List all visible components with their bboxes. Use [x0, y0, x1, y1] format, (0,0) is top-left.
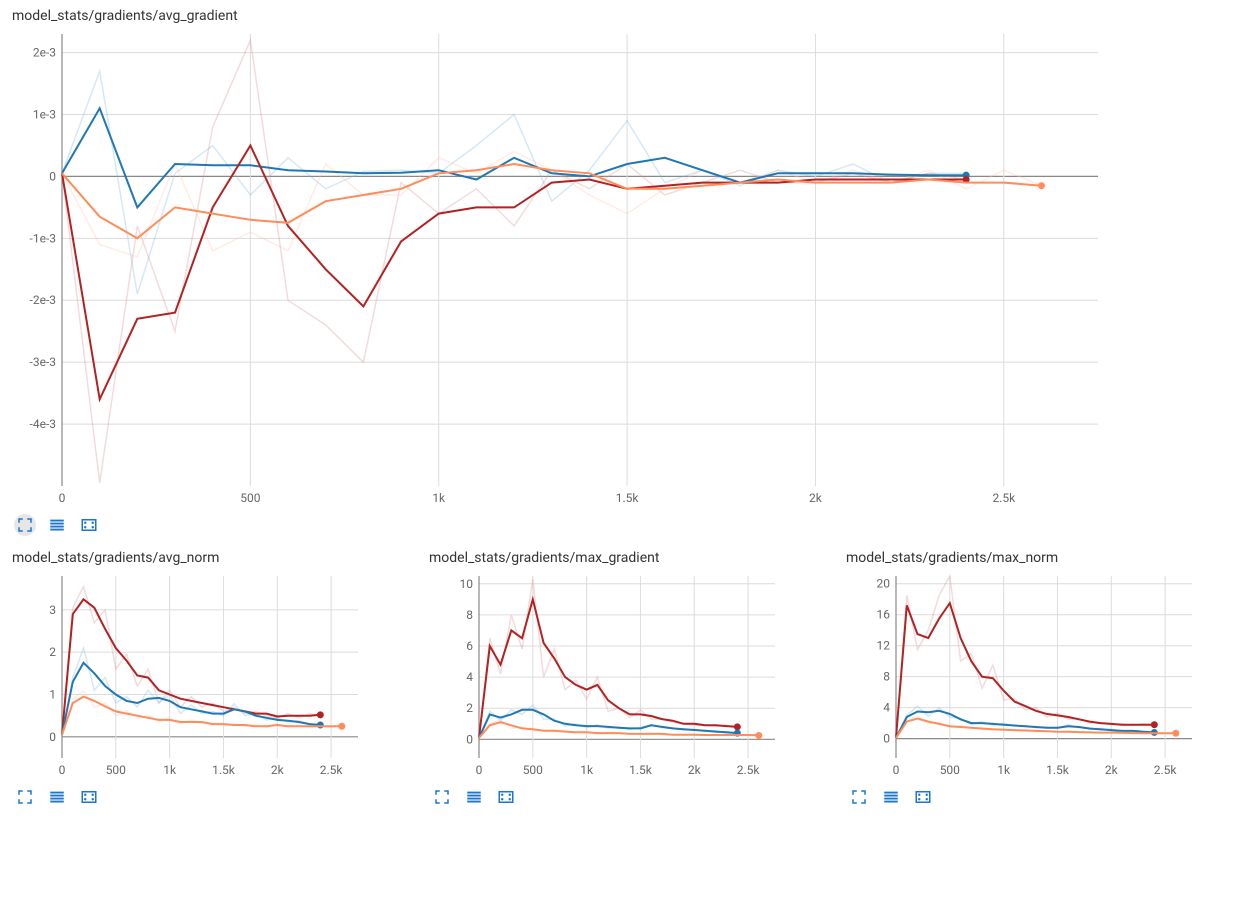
y-tick-label: 0 — [883, 732, 890, 746]
series-end-orange — [1038, 182, 1045, 189]
y-tick-label: 2e-3 — [33, 46, 56, 60]
panel-avg-norm: model_stats/gradients/avg_norm 0 1 2 3 0 500 1… — [8, 550, 401, 808]
y-tick-label: 0 — [49, 169, 56, 183]
fit-domain-icon[interactable] — [78, 514, 100, 536]
series-end-blue — [317, 721, 324, 728]
y-tick-label: 6 — [466, 639, 473, 653]
series-red_faint — [479, 579, 737, 738]
series-blue — [62, 108, 966, 207]
y-tick-label: 8 — [883, 670, 890, 684]
y-tick-label: 1 — [49, 688, 56, 702]
y-tick-label: 10 — [460, 577, 474, 591]
fullscreen-icon[interactable] — [431, 786, 453, 808]
chart-max-gradient[interactable]: 0 2 4 6 8 10 0 500 1k 1.5k 2k 2.5k — [425, 570, 818, 780]
series-end-red — [734, 723, 741, 730]
chart-avg-norm[interactable]: 0 1 2 3 0 500 1k 1.5k 2k 2.5k — [8, 570, 401, 780]
panel-max-norm: model_stats/gradients/max_norm 0 4 8 12 16 20… — [842, 550, 1235, 808]
panel-title: model_stats/gradients/avg_gradient — [12, 8, 1235, 24]
y-tick-label: -1e-3 — [30, 231, 56, 245]
chart-toolbar — [848, 786, 1235, 808]
x-tick-label: 2.5k — [320, 763, 344, 777]
x-tick-label: 1.5k — [1046, 763, 1070, 777]
log-scale-icon[interactable] — [463, 786, 485, 808]
y-tick-label: 16 — [877, 608, 891, 622]
x-tick-label: 2k — [1105, 763, 1119, 777]
chart-toolbar — [14, 514, 1235, 536]
x-tick-label: 0 — [59, 763, 66, 777]
series-red_faint — [896, 576, 1154, 738]
x-tick-label: 1k — [432, 491, 446, 505]
x-tick-label: 500 — [106, 763, 126, 777]
series-red_faint — [62, 587, 320, 735]
x-tick-label: 1.5k — [212, 763, 236, 777]
y-tick-label: 4 — [466, 670, 473, 684]
series-end-orange — [338, 723, 345, 730]
x-tick-label: 2.5k — [737, 763, 761, 777]
chart-avg-gradient[interactable]: -4e-3 -3e-3 -2e-3 -1e-3 0 1e-3 2e-3 0 500 1k 1.5k 2… — [8, 28, 1235, 508]
x-tick-label: 1k — [163, 763, 177, 777]
x-tick-label: 1.5k — [629, 763, 653, 777]
y-tick-label: 1e-3 — [33, 107, 56, 121]
y-tick-label: 3 — [49, 603, 56, 617]
series-blue — [62, 663, 320, 735]
panel-title: model_stats/gradients/max_gradient — [429, 550, 818, 566]
x-tick-label: 1k — [580, 763, 594, 777]
y-tick-label: 20 — [877, 577, 891, 591]
fit-domain-icon[interactable] — [912, 786, 934, 808]
chart-toolbar — [431, 786, 818, 808]
series-red — [62, 599, 320, 734]
x-tick-label: 2k — [271, 763, 285, 777]
x-tick-label: 0 — [59, 491, 66, 505]
panel-max-gradient: model_stats/gradients/max_gradient 0 2 4 6 8… — [425, 550, 818, 808]
y-tick-label: 2 — [49, 645, 56, 659]
x-tick-label: 2.5k — [1154, 763, 1178, 777]
series-end-red — [317, 711, 324, 718]
log-scale-icon[interactable] — [46, 786, 68, 808]
x-tick-label: 500 — [240, 491, 260, 505]
fit-domain-icon[interactable] — [78, 786, 100, 808]
y-tick-label: 0 — [49, 730, 56, 744]
y-tick-label: 8 — [466, 608, 473, 622]
series-red_faint — [62, 40, 966, 483]
fullscreen-icon[interactable] — [14, 786, 36, 808]
chart-max-norm[interactable]: 0 4 8 12 16 20 0 500 1k 1.5k 2k 2.5k — [842, 570, 1235, 780]
y-tick-label: 4 — [883, 701, 890, 715]
y-tick-label: -2e-3 — [30, 293, 56, 307]
y-tick-label: -3e-3 — [30, 355, 56, 369]
x-tick-label: 2.5k — [992, 491, 1016, 505]
x-tick-label: 1k — [997, 763, 1011, 777]
y-tick-label: 12 — [877, 639, 891, 653]
x-tick-label: 2k — [809, 491, 823, 505]
panel-avg-gradient: model_stats/gradients/avg_gradient -4e-3… — [8, 8, 1235, 536]
fit-domain-icon[interactable] — [495, 786, 517, 808]
y-tick-label: -4e-3 — [30, 417, 56, 431]
series-end-orange — [1172, 730, 1179, 737]
x-tick-label: 0 — [893, 763, 900, 777]
series-orange_faint — [62, 152, 1042, 257]
series-end-red — [1151, 721, 1158, 728]
x-tick-label: 0 — [476, 763, 483, 777]
log-scale-icon[interactable] — [880, 786, 902, 808]
x-tick-label: 1.5k — [616, 491, 640, 505]
x-tick-label: 500 — [523, 763, 543, 777]
fullscreen-icon[interactable] — [14, 514, 36, 536]
fullscreen-icon[interactable] — [848, 786, 870, 808]
y-tick-label: 0 — [466, 732, 473, 746]
log-scale-icon[interactable] — [46, 514, 68, 536]
small-charts-row: model_stats/gradients/avg_norm 012305001… — [8, 550, 1235, 822]
y-tick-label: 2 — [466, 701, 473, 715]
panel-title: model_stats/gradients/avg_norm — [12, 550, 401, 566]
x-tick-label: 500 — [940, 763, 960, 777]
panel-title: model_stats/gradients/max_norm — [846, 550, 1235, 566]
x-tick-label: 2k — [688, 763, 702, 777]
series-end-orange — [755, 732, 762, 739]
series-red — [479, 599, 737, 738]
series-red — [896, 603, 1154, 738]
chart-toolbar — [14, 786, 401, 808]
